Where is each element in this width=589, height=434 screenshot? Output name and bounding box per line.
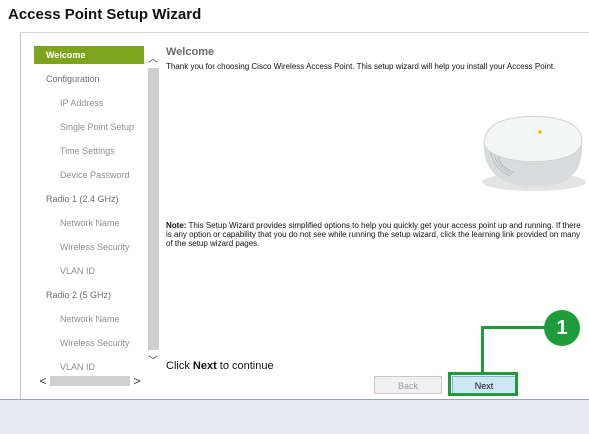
intro-text: Thank you for choosing Cisco Wireless Ac… xyxy=(166,62,556,71)
sidebar-horizontal-scrollbar[interactable]: < > xyxy=(34,374,146,388)
callout-connector-horizontal xyxy=(481,326,547,329)
continue-suffix: to continue xyxy=(216,360,274,372)
nav-item-radio1-wireless-security[interactable]: Wireless Security xyxy=(34,238,144,256)
nav-item-device-password[interactable]: Device Password xyxy=(34,166,144,184)
window-footer-band xyxy=(0,399,589,434)
nav-item-radio-1[interactable]: Radio 1 (2.4 GHz) xyxy=(34,190,144,208)
step-callout-badge: 1 xyxy=(544,310,580,346)
continue-next-word: Next xyxy=(192,360,217,372)
horizontal-scrollbar-thumb[interactable] xyxy=(50,376,130,386)
nav-item-ip-address[interactable]: IP Address xyxy=(34,94,144,112)
title-bar: Access Point Setup Wizard xyxy=(0,0,589,30)
continue-prefix: Click xyxy=(166,360,193,372)
nav-item-radio2-vlan-id[interactable]: VLAN ID xyxy=(34,358,144,372)
wizard-navigation: Welcome Configuration IP Address Single … xyxy=(34,46,144,372)
nav-item-single-point-setup[interactable]: Single Point Setup xyxy=(34,118,144,136)
sidebar-vertical-scrollbar[interactable]: ︿ ﹀ xyxy=(146,48,160,368)
scroll-right-icon[interactable]: > xyxy=(130,374,144,388)
nav-item-radio1-vlan-id[interactable]: VLAN ID xyxy=(34,262,144,280)
nav-item-radio2-wireless-security[interactable]: Wireless Security xyxy=(34,334,144,352)
next-button[interactable]: Next xyxy=(452,376,516,394)
nav-item-configuration[interactable]: Configuration xyxy=(34,70,144,88)
nav-item-radio2-network-name[interactable]: Network Name xyxy=(34,310,144,328)
page-title: Welcome xyxy=(166,46,215,58)
nav-item-radio1-network-name[interactable]: Network Name xyxy=(34,214,144,232)
scroll-up-icon[interactable]: ︿ xyxy=(146,50,160,65)
note-text: Note: This Setup Wizard provides simplif… xyxy=(166,221,586,248)
nav-item-radio-2[interactable]: Radio 2 (5 GHz) xyxy=(34,286,144,304)
scrollbar-thumb[interactable] xyxy=(148,68,159,350)
scroll-left-icon[interactable]: < xyxy=(36,374,50,388)
back-button[interactable]: Back xyxy=(374,376,442,394)
note-label: Note: xyxy=(166,221,187,230)
window-title: Access Point Setup Wizard xyxy=(8,6,202,23)
continue-instruction: Click Next to continue xyxy=(166,360,274,372)
nav-item-welcome[interactable]: Welcome xyxy=(34,46,144,64)
access-point-device-image xyxy=(482,115,586,191)
callout-connector-vertical xyxy=(481,327,484,373)
nav-item-time-settings[interactable]: Time Settings xyxy=(34,142,144,160)
note-body: This Setup Wizard provides simplified op… xyxy=(166,221,581,248)
scroll-down-icon[interactable]: ﹀ xyxy=(146,352,160,367)
